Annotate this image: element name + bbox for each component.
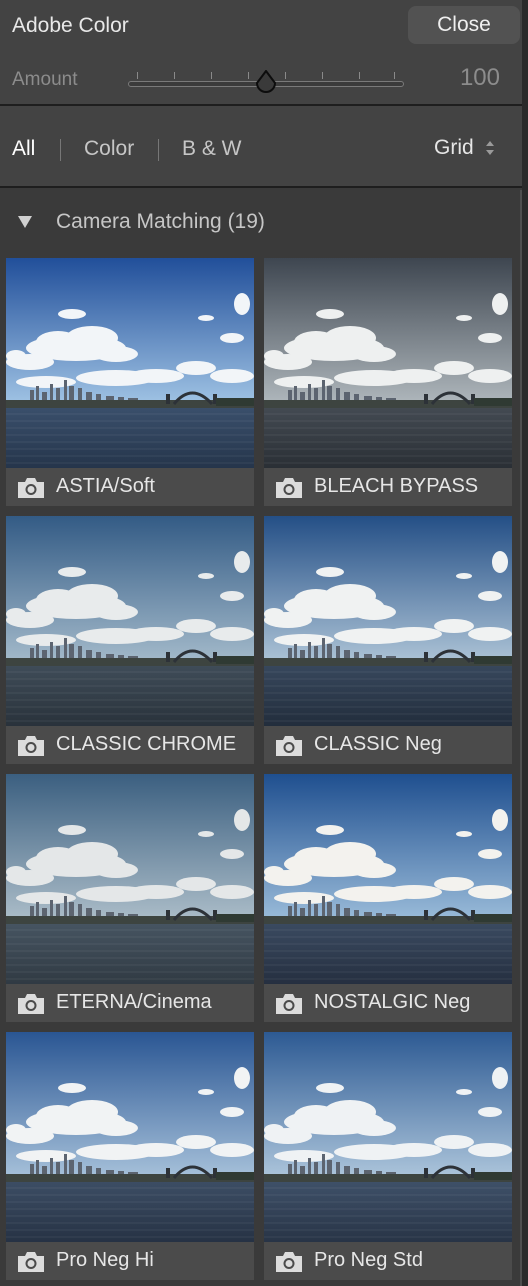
slider-thumb[interactable]	[255, 70, 277, 96]
slider-tick	[359, 72, 360, 79]
camera-icon	[18, 994, 44, 1014]
up-down-chevron-icon	[485, 141, 494, 155]
filter-separator	[158, 139, 159, 161]
profile-name: ETERNA/Cinema	[56, 991, 212, 1013]
camera-icon	[18, 1252, 44, 1272]
profile-thumbnail	[6, 774, 254, 984]
slider-tick	[174, 72, 175, 79]
amount-value: 100	[459, 64, 500, 91]
profile-name: BLEACH BYPASS	[314, 475, 479, 497]
slider-tick	[137, 72, 138, 79]
filter-separator	[60, 139, 61, 161]
profile-caption: NOSTALGIC Neg	[264, 984, 512, 1022]
profile-caption: BLEACH BYPASS	[264, 468, 512, 506]
profile-name: ASTIA/Soft	[56, 475, 155, 497]
profile-thumbnail	[6, 258, 254, 468]
panel-border	[522, 0, 528, 1286]
profile-caption: Pro Neg Std	[264, 1242, 512, 1280]
slider-tick	[285, 72, 286, 79]
profile-name: CLASSIC CHROME	[56, 733, 237, 755]
slider-tick	[211, 72, 212, 79]
view-mode-label: Grid	[434, 136, 474, 159]
profile-card[interactable]: CLASSIC CHROME	[6, 516, 254, 764]
profile-thumbnail	[6, 1032, 254, 1242]
profile-card[interactable]: CLASSIC Neg	[264, 516, 512, 764]
group-title: Camera Matching (19)	[56, 210, 265, 233]
amount-label: Amount	[12, 69, 78, 90]
filter-all[interactable]: All	[12, 137, 35, 161]
profile-card[interactable]: NOSTALGIC Neg	[264, 774, 512, 1022]
profile-filter-bar: All Color B & W Grid	[0, 106, 528, 186]
profile-caption: CLASSIC CHROME	[6, 726, 254, 764]
camera-icon	[276, 478, 302, 498]
camera-icon	[276, 994, 302, 1014]
profile-caption: CLASSIC Neg	[264, 726, 512, 764]
divider	[0, 186, 528, 188]
profile-card[interactable]: ASTIA/Soft	[6, 258, 254, 506]
profile-name: CLASSIC Neg	[314, 733, 442, 755]
camera-icon	[18, 478, 44, 498]
profile-thumbnail	[264, 516, 512, 726]
close-button[interactable]: Close	[408, 6, 520, 44]
profile-name: Pro Neg Hi	[56, 1249, 154, 1271]
profile-name: Pro Neg Std	[314, 1249, 423, 1271]
camera-icon	[18, 736, 44, 756]
panel-title: Adobe Color	[12, 14, 129, 37]
camera-icon	[276, 736, 302, 756]
profile-thumbnail	[264, 258, 512, 468]
filter-color[interactable]: Color	[84, 137, 134, 161]
profile-thumbnail	[6, 516, 254, 726]
slider-tick	[248, 72, 249, 79]
profile-card[interactable]: Pro Neg Hi	[6, 1032, 254, 1280]
profile-caption: Pro Neg Hi	[6, 1242, 254, 1280]
slider-tick	[322, 72, 323, 79]
group-camera-matching[interactable]: Camera Matching (19)	[0, 190, 520, 254]
amount-slider[interactable]	[128, 60, 404, 100]
view-mode-dropdown[interactable]: Grid	[434, 136, 496, 160]
filter-bw[interactable]: B & W	[182, 137, 242, 161]
profile-card[interactable]: BLEACH BYPASS	[264, 258, 512, 506]
profile-name: NOSTALGIC Neg	[314, 991, 471, 1013]
profile-caption: ETERNA/Cinema	[6, 984, 254, 1022]
triangle-down-icon[interactable]	[17, 215, 33, 229]
slider-tick	[394, 72, 395, 79]
panel-header: Adobe Color Close Amount 100	[0, 0, 528, 104]
camera-icon	[276, 1252, 302, 1272]
profile-thumbnail	[264, 774, 512, 984]
profile-thumbnail	[264, 1032, 512, 1242]
profile-card[interactable]: ETERNA/Cinema	[6, 774, 254, 1022]
profile-card[interactable]: Pro Neg Std	[264, 1032, 512, 1280]
profile-caption: ASTIA/Soft	[6, 468, 254, 506]
